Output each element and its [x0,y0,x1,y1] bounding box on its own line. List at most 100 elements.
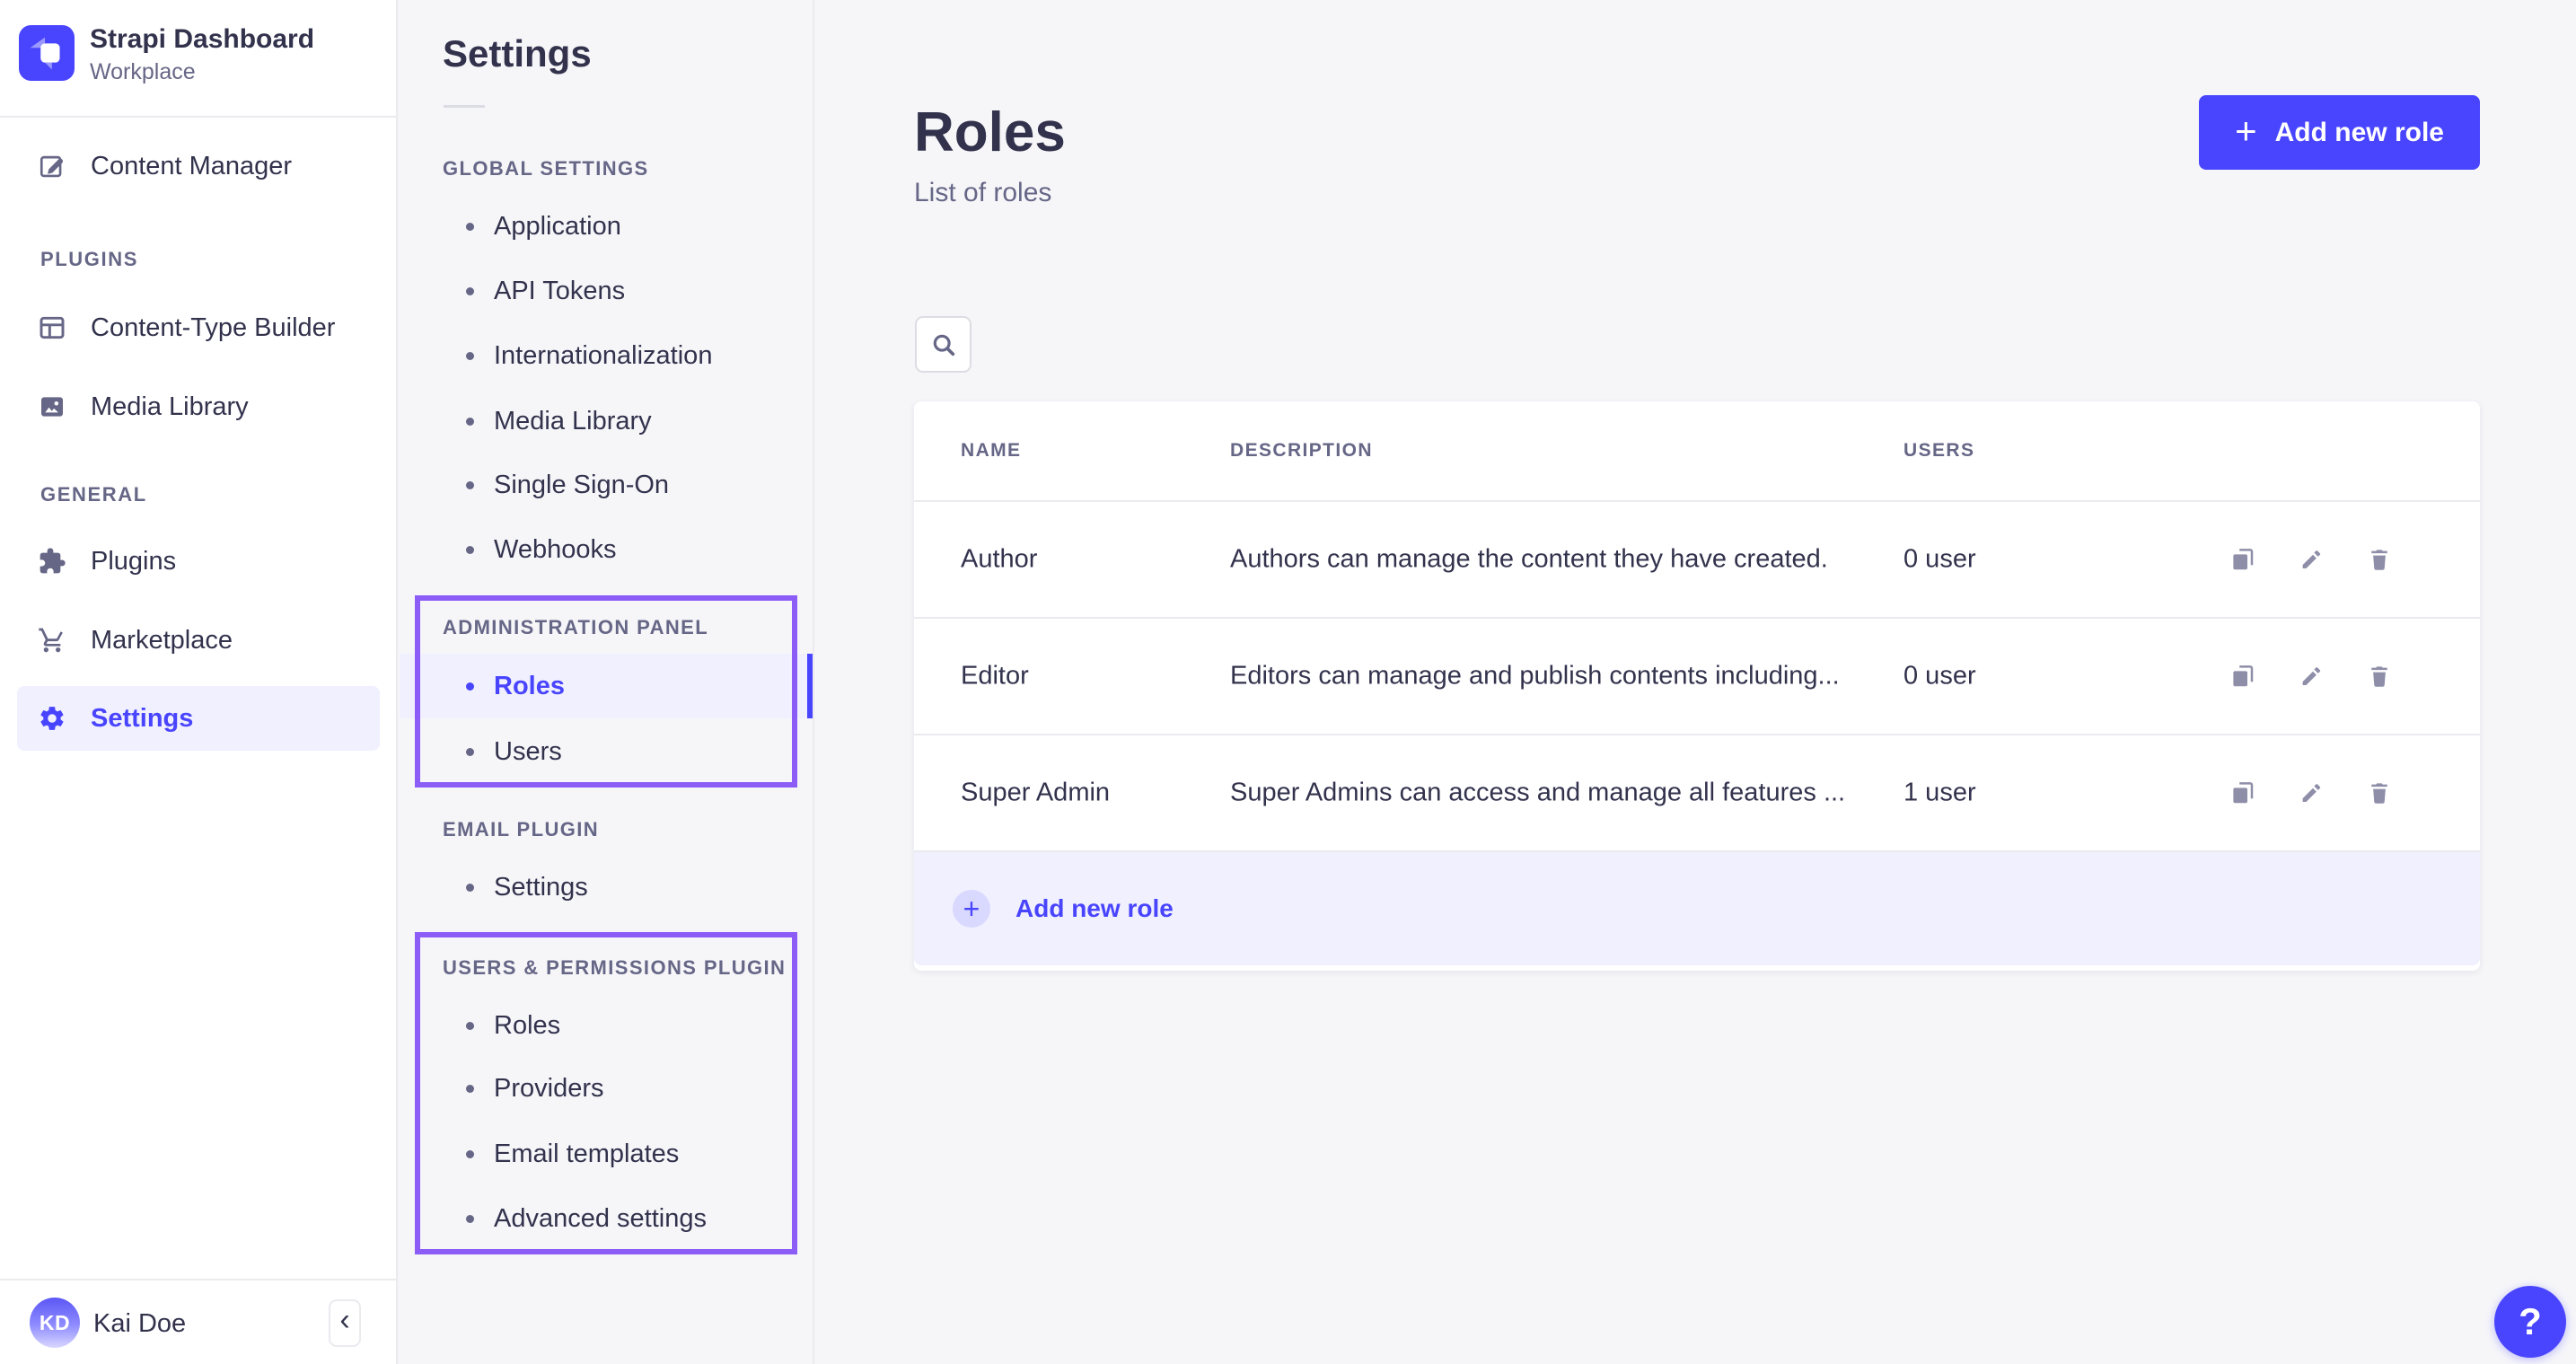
bullet-icon [466,748,474,756]
bullet-icon [466,1022,474,1030]
row-actions [2229,779,2394,807]
row-actions [2229,662,2394,691]
duplicate-button[interactable] [2229,545,2257,574]
role-description: Super Admins can access and manage all f… [1230,779,1845,808]
role-name: Editor [961,662,1029,691]
content-manager-icon [38,152,66,180]
delete-button[interactable] [2365,662,2394,691]
sidebar-item-media-library[interactable]: Media Library [0,374,398,439]
subnav-item-label: Settings [494,873,588,902]
add-new-role-label: Add new role [2275,118,2444,148]
bullet-icon [466,287,474,295]
subnav-item-single-sign-on[interactable]: Single Sign-On [400,453,813,517]
subnav-section-email-plugin: EMAIL PLUGIN [443,818,599,841]
sidebar-footer: KD Kai Doe ‹ [0,1279,396,1364]
question-mark-icon: ? [2519,1300,2542,1343]
table-header-row: NAME DESCRIPTION USERS [914,401,2480,500]
sidebar-item-label: Marketplace [91,626,233,656]
subnav-item-up-email-templates[interactable]: Email templates [400,1122,813,1186]
subnav-item-up-roles[interactable]: Roles [400,993,813,1058]
duplicate-button[interactable] [2229,779,2257,807]
help-button[interactable]: ? [2494,1286,2566,1358]
role-description: Editors can manage and publish contents … [1230,662,1840,691]
gear-icon [38,704,66,733]
user-name: Kai Doe [93,1309,186,1339]
column-header-name: NAME [961,440,1021,462]
page-subtitle: List of roles [914,178,1051,208]
chevron-left-icon: ‹ [339,1303,349,1338]
role-users-count: 0 user [1903,662,1976,691]
delete-button[interactable] [2365,779,2394,807]
subnav-item-label: Media Library [494,407,652,436]
subnav-item-api-tokens[interactable]: API Tokens [400,259,813,323]
subnav-item-label: Webhooks [494,535,617,565]
sidebar-item-label: Content-Type Builder [91,313,335,343]
subnav-item-internationalization[interactable]: Internationalization [400,323,813,388]
brand-header: Strapi Dashboard Workplace [0,0,396,118]
bullet-icon [466,682,474,691]
edit-button[interactable] [2297,545,2325,574]
active-item-indicator [807,654,813,718]
sidebar-item-settings[interactable]: Settings [17,686,380,751]
search-icon [928,330,959,360]
duplicate-button[interactable] [2229,662,2257,691]
subnav-item-webhooks[interactable]: Webhooks [400,517,813,582]
subnav-item-admin-roles[interactable]: Roles [400,654,813,718]
collapse-sidebar-button[interactable]: ‹ [329,1299,361,1347]
cart-icon [38,626,66,655]
role-users-count: 0 user [1903,545,1976,575]
edit-button[interactable] [2297,779,2325,807]
roles-table: NAME DESCRIPTION USERS Author Authors ca… [914,401,2480,971]
subnav-section-global-settings: GLOBAL SETTINGS [443,157,649,180]
subnav-item-label: Single Sign-On [494,471,669,500]
bullet-icon [466,1150,474,1158]
subnav-item-up-advanced-settings[interactable]: Advanced settings [400,1186,813,1251]
sidebar-item-marketplace[interactable]: Marketplace [0,608,398,673]
plus-icon: + [2235,112,2257,150]
subnav-item-label: Roles [494,672,565,701]
footer-add-label: Add new role [1015,894,1174,923]
role-description: Authors can manage the content they have… [1230,545,1828,575]
search-button[interactable] [915,316,971,373]
bullet-icon [466,223,474,231]
subnav-item-admin-users[interactable]: Users [400,719,813,784]
subnav-item-email-settings[interactable]: Settings [400,855,813,920]
bullet-icon [466,546,474,554]
sidebar-item-label: Content Manager [91,152,292,181]
subnav-item-application[interactable]: Application [400,194,813,259]
edit-button[interactable] [2297,662,2325,691]
plus-circle-icon: + [953,890,990,928]
table-row-editor[interactable]: Editor Editors can manage and publish co… [914,617,2480,734]
sidebar-item-label: Media Library [91,392,249,422]
bullet-icon [466,1085,474,1093]
subnav-item-label: Application [494,212,621,242]
puzzle-icon [38,547,66,576]
sidebar-item-content-type-builder[interactable]: Content-Type Builder [0,295,398,360]
column-header-description: DESCRIPTION [1230,440,1373,462]
sidebar-item-label: Plugins [91,547,176,576]
table-row-author[interactable]: Author Authors can manage the content th… [914,500,2480,617]
role-users-count: 1 user [1903,779,1976,808]
bullet-icon [466,884,474,892]
subnav-item-label: Advanced settings [494,1204,707,1234]
workspace-name: Workplace [90,59,196,85]
row-actions [2229,545,2394,574]
subnav-item-label: Roles [494,1011,560,1041]
column-header-users: USERS [1903,440,1974,462]
subnav-item-label: API Tokens [494,277,625,306]
brand-name: Strapi Dashboard [90,24,314,55]
subnav-item-up-providers[interactable]: Providers [400,1056,813,1121]
avatar[interactable]: KD [30,1298,80,1348]
media-library-icon [38,392,66,421]
sidebar-item-content-manager[interactable]: Content Manager [0,134,398,198]
table-row-super-admin[interactable]: Super Admin Super Admins can access and … [914,734,2480,850]
subnav-item-media-library[interactable]: Media Library [400,389,813,453]
role-name: Author [961,545,1037,575]
sidebar-item-plugins[interactable]: Plugins [0,529,398,594]
add-new-role-button[interactable]: + Add new role [2199,95,2480,170]
sidebar-section-general: GENERAL [40,483,147,506]
settings-subnav: Settings GLOBAL SETTINGS Application API… [400,0,814,1364]
table-footer-add-new-role[interactable]: + Add new role [914,850,2480,965]
subnav-title: Settings [443,32,592,75]
delete-button[interactable] [2365,545,2394,574]
